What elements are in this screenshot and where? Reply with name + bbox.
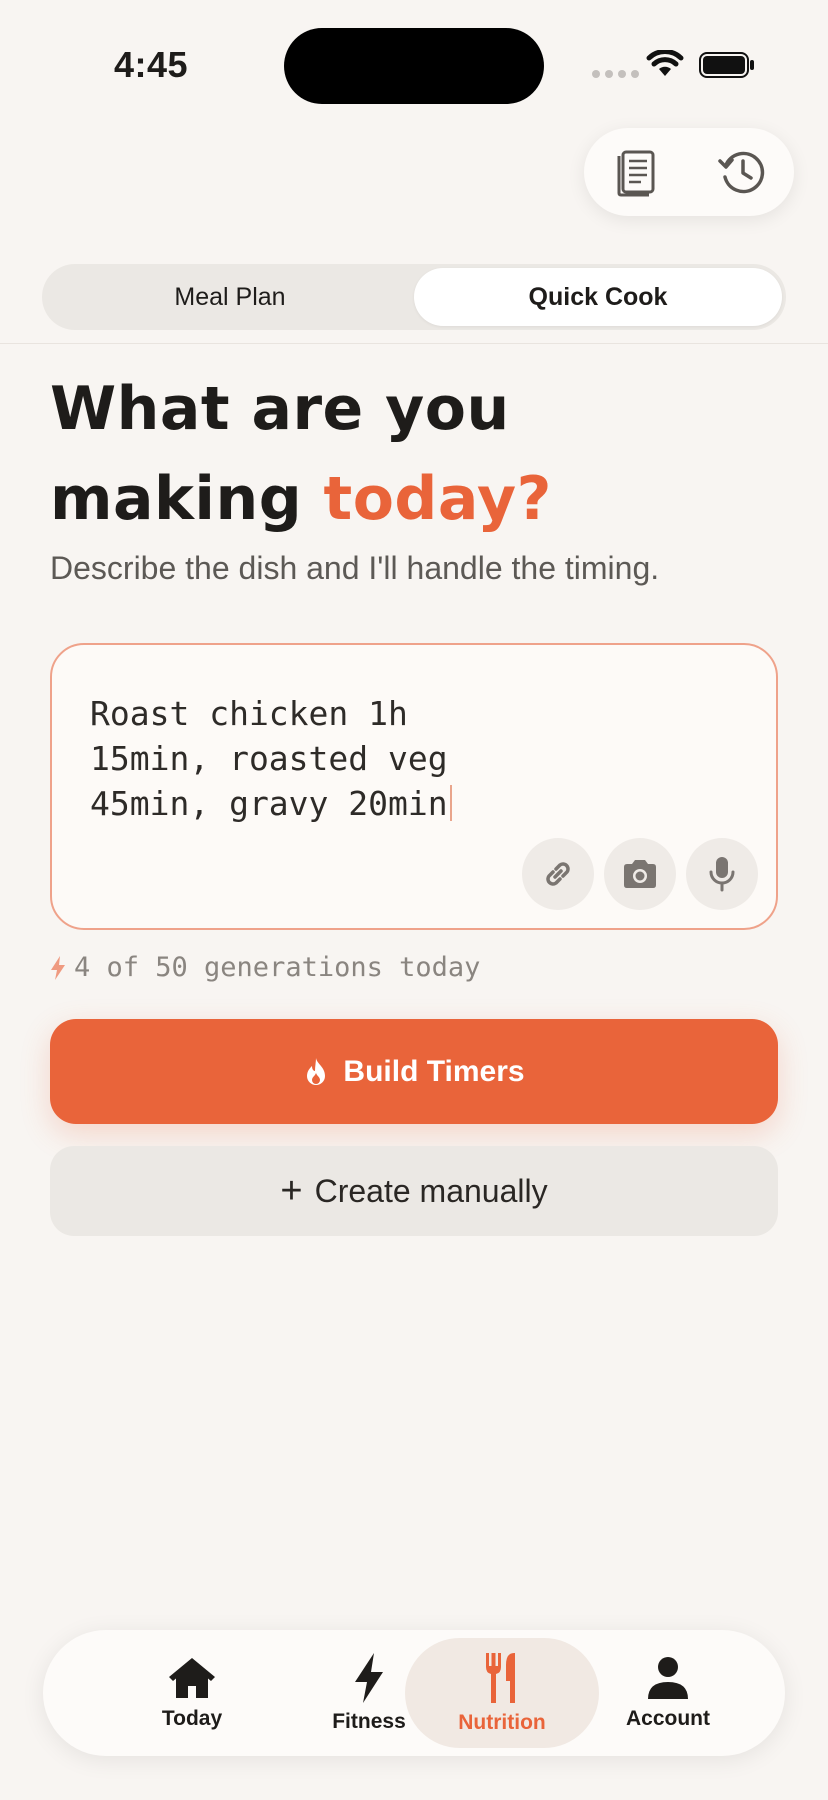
camera-icon (624, 860, 656, 888)
tab-nutrition[interactable]: Nutrition (405, 1638, 599, 1748)
tab-fitness-label: Fitness (332, 1710, 406, 1733)
camera-button[interactable] (604, 838, 676, 910)
create-manually-label: Create manually (314, 1172, 548, 1209)
divider (0, 343, 828, 344)
battery-icon (699, 52, 754, 78)
tab-account-label: Account (626, 1707, 710, 1730)
wifi-icon (646, 50, 684, 76)
title-accent: today? (323, 464, 552, 534)
page-subtitle: Describe the dish and I'll handle the ti… (50, 550, 660, 586)
usage-text: 4 of 50 generations today (74, 952, 481, 983)
tab-quick-cook[interactable]: Quick Cook (414, 268, 782, 326)
plus-icon: + (280, 1170, 303, 1212)
link-icon (546, 862, 570, 886)
page-title: What are you making today? (50, 364, 770, 544)
build-timers-button[interactable]: Build Timers (50, 1019, 778, 1124)
text-caret (449, 785, 452, 821)
flame-icon (307, 1057, 326, 1085)
input-tools (522, 838, 758, 910)
house-icon (169, 1658, 215, 1698)
create-manually-button[interactable]: + Create manually (50, 1146, 778, 1236)
document-icon (617, 150, 654, 197)
lightning-icon (51, 955, 65, 980)
top-actions (584, 128, 794, 216)
status-time: 4:45 (114, 44, 189, 85)
usage-counter: 4 of 50 generations today (50, 952, 480, 983)
recipe-book-button[interactable] (607, 142, 667, 202)
dynamic-island (284, 28, 544, 104)
link-button[interactable] (522, 838, 594, 910)
dish-description-input[interactable]: Roast chicken 1h 15min, roasted veg 45mi… (50, 643, 778, 930)
tab-nutrition-label: Nutrition (458, 1711, 546, 1734)
bottom-tab-bar: Today Fitness Nutrition Account (43, 1630, 785, 1756)
fork-knife-icon (486, 1653, 515, 1703)
dish-description-text[interactable]: Roast chicken 1h 15min, roasted veg 45mi… (90, 691, 510, 826)
build-timers-label: Build Timers (343, 1054, 525, 1088)
status-bar: 4:45 (0, 0, 828, 120)
tab-account[interactable]: Account (571, 1638, 765, 1748)
microphone-icon (709, 857, 735, 892)
cellular-signal-icon (592, 70, 639, 78)
lightning-bolt-icon (355, 1653, 383, 1703)
input-value: Roast chicken 1h 15min, roasted veg 45mi… (90, 694, 468, 823)
history-icon (717, 151, 764, 194)
person-icon (648, 1657, 688, 1699)
tab-today-label: Today (161, 1707, 223, 1730)
tab-today[interactable]: Today (95, 1638, 289, 1748)
tab-meal-plan[interactable]: Meal Plan (46, 268, 414, 326)
microphone-button[interactable] (686, 838, 758, 910)
history-button[interactable] (712, 142, 772, 202)
mode-segmented-control: Meal Plan Quick Cook (42, 264, 786, 330)
